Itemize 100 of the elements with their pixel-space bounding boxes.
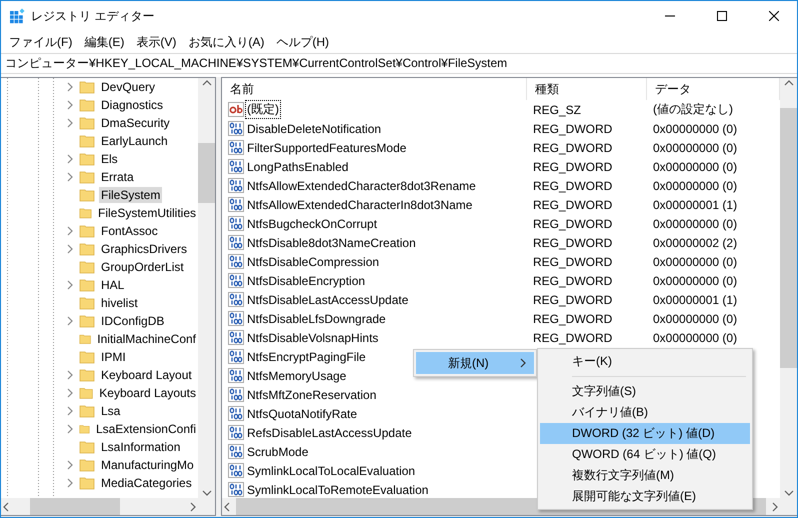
folder-icon [79,260,95,274]
binary-value-icon [228,216,244,231]
scrollbar-thumb[interactable] [30,498,120,515]
tree-item[interactable]: HAL [99,277,126,293]
tree-item[interactable]: Els [99,151,120,167]
value-data: 0x00000002 (2) [653,236,738,250]
scroll-right-icon [188,502,198,512]
column-header[interactable]: 名前 [222,78,527,100]
binary-value-icon [228,444,244,459]
menu-item[interactable]: バイナリ値(B) [540,402,750,423]
column-header[interactable]: 種類 [527,78,647,100]
value-name[interactable]: LongPathsEnabled [246,160,350,174]
value-type: REG_DWORD [533,274,612,288]
folder-icon [79,170,95,184]
value-name[interactable]: NtfsMftZoneReservation [246,388,378,402]
menu-item[interactable]: QWORD (64 ビット) 値(Q) [540,444,750,465]
menu-item[interactable]: 複数行文字列値(M) [540,465,750,486]
value-name[interactable]: NtfsDisableVolsnapHints [246,330,380,344]
value-name[interactable]: SymlinkLocalToLocalEvaluation [246,464,416,478]
value-name[interactable]: SymlinkLocalToRemoteEvaluation [246,482,430,496]
value-type: REG_DWORD [533,178,612,192]
value-type: REG_DWORD [533,312,612,326]
tree-item[interactable]: DevQuery [99,79,158,95]
binary-value-icon [228,387,244,402]
tree-item[interactable]: InitialMachineConf [95,331,198,347]
menu-item[interactable]: ヘルプ(H) [270,32,335,52]
menu-item[interactable]: ファイル(F) [3,32,78,52]
folder-icon [79,476,95,490]
tree-item[interactable]: DmaSecurity [99,115,172,131]
address-field[interactable]: コンピューター¥HKEY_LOCAL_MACHINE¥SYSTEM¥CurrentControlSet¥Control¥FileSystem [1,53,797,74]
tree-item[interactable]: Keyboard Layout [99,367,194,383]
scrollbar-thumb[interactable] [198,143,215,203]
menu-item[interactable]: 表示(V) [130,32,182,52]
scrollbar-thumb[interactable] [780,108,797,368]
tree-item[interactable]: MediaCategories [99,475,194,491]
value-type: REG_DWORD [533,236,612,250]
menu-item[interactable]: 新規(N) [416,352,534,374]
tree-item[interactable]: Errata [99,169,136,185]
binary-value-icon [228,235,244,250]
tree-item[interactable]: Lsa [99,403,122,419]
binary-value-icon [228,368,244,383]
horizontal-scrollbar[interactable] [1,498,198,515]
folder-icon [79,350,95,364]
tree-item[interactable]: hivelist [99,295,140,311]
tree-item[interactable]: EarlyLaunch [99,133,170,149]
tree-item[interactable]: IPMI [99,349,128,365]
tree-item[interactable]: GroupOrderList [99,259,186,275]
value-type: REG_DWORD [533,198,612,212]
tree-item[interactable]: FontAssoc [99,223,160,239]
maximize-icon [717,11,727,21]
binary-value-icon [228,311,244,326]
expand-chevron-icon [65,280,75,290]
value-name[interactable]: NtfsDisableEncryption [246,274,366,288]
tree-item[interactable]: ManufacturingMo [99,457,196,473]
value-name[interactable]: NtfsAllowExtendedCharacter8dot3Rename [246,178,477,192]
vertical-scrollbar[interactable] [780,78,797,498]
value-name[interactable]: NtfsBugcheckOnCorrupt [246,216,378,230]
value-name[interactable]: NtfsDisableLfsDowngrade [246,312,387,326]
value-data: 0x00000000 (0) [653,122,738,136]
tree-item[interactable]: GraphicsDrivers [99,241,190,257]
value-type: REG_DWORD [533,216,612,230]
binary-value-icon [228,425,244,440]
menu-item[interactable]: DWORD (32 ビット) 値(D) [540,423,750,444]
menu-item[interactable]: 編集(E) [78,32,130,52]
value-type: REG_DWORD [533,330,612,344]
value-name[interactable]: NtfsEncryptPagingFile [246,350,367,364]
expand-chevron-icon [65,316,75,326]
value-data: 0x00000000 (0) [653,330,738,344]
menu-item[interactable]: 文字列値(S) [540,381,750,402]
vertical-scrollbar[interactable] [198,78,215,498]
scroll-left-icon [222,502,232,512]
value-name[interactable]: NtfsMemoryUsage [246,368,348,382]
folder-icon [79,368,95,382]
tree-item[interactable]: Keyboard Layouts [97,385,198,401]
value-name[interactable]: NtfsDisable8dot3NameCreation [246,236,417,250]
binary-value-icon [228,292,244,307]
value-data: 0x00000000 (0) [653,140,738,154]
tree-item[interactable]: FileSystem [99,187,162,203]
menu-item[interactable]: 展開可能な文字列値(E) [540,486,750,507]
menu-item[interactable]: お気に入り(A) [182,32,270,52]
tree-item[interactable]: Diagnostics [99,97,166,113]
tree-item[interactable]: IDConfigDB [99,313,166,329]
value-name[interactable]: RefsDisableLastAccessUpdate [246,426,413,440]
tree-item[interactable]: LsaInformation [99,439,182,455]
value-name[interactable]: NtfsDisableCompression [246,254,380,268]
tree-item[interactable]: LsaExtensionConfi [94,421,198,437]
value-name[interactable]: (既定) [246,101,280,118]
menu-item[interactable]: キー(K) [540,351,750,372]
value-type: REG_DWORD [533,122,612,136]
window-title: レジストリ エディター [31,8,156,24]
tree-item[interactable]: FileSystemUtilities [96,205,198,221]
value-name[interactable]: DisableDeleteNotification [246,122,382,136]
value-type: REG_SZ [533,102,582,116]
value-name[interactable]: NtfsQuotaNotifyRate [246,406,358,420]
value-type: REG_DWORD [533,254,612,268]
value-name[interactable]: ScrubMode [246,444,310,458]
value-name[interactable]: NtfsAllowExtendedCharacterIn8dot3Name [246,198,474,212]
value-name[interactable]: NtfsDisableLastAccessUpdate [246,292,410,306]
value-name[interactable]: FilterSupportedFeaturesMode [246,140,408,154]
binary-value-icon [228,463,244,478]
